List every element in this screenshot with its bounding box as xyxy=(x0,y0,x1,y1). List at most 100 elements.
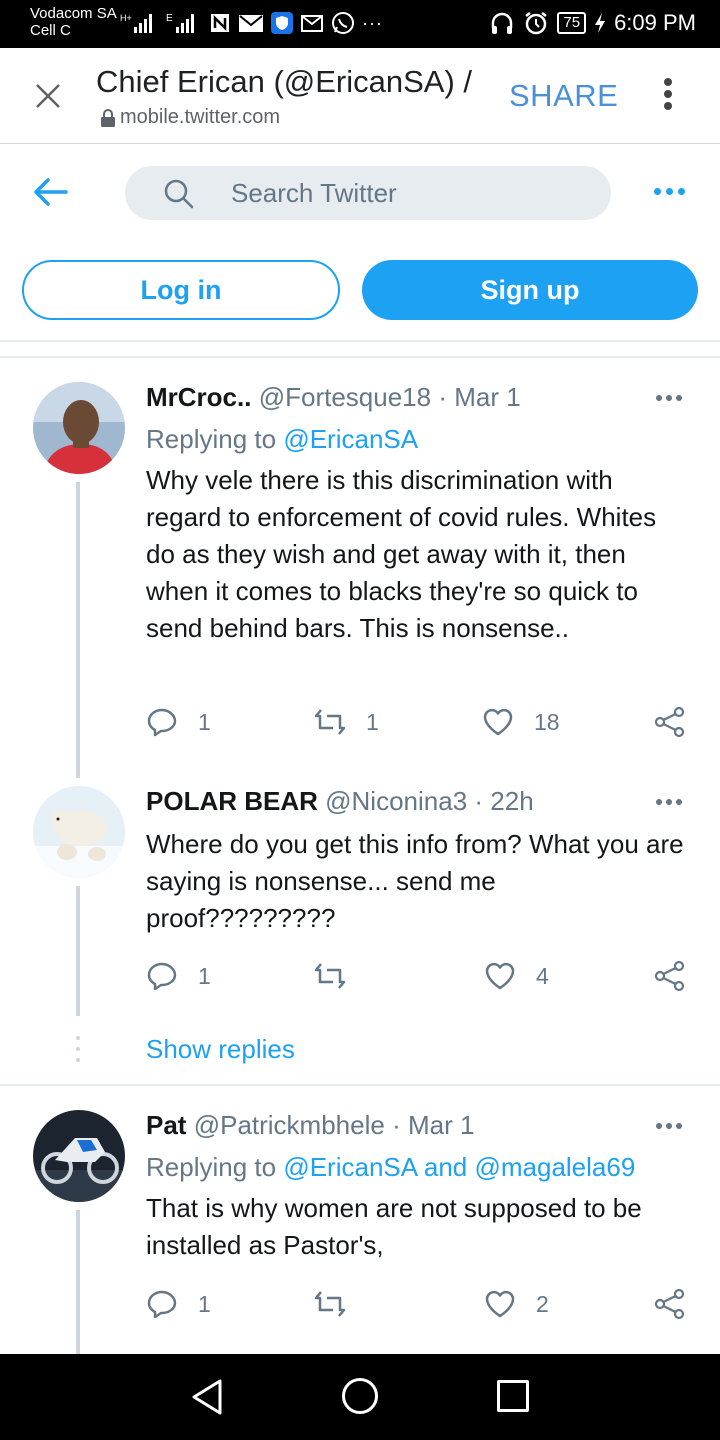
user-name[interactable]: Pat xyxy=(146,1110,186,1140)
retweet-icon xyxy=(314,1291,346,1317)
search-icon xyxy=(164,179,194,209)
tweet-menu-icon[interactable] xyxy=(656,799,682,805)
retweet-action[interactable] xyxy=(314,1288,366,1320)
clock: 6:09 PM xyxy=(614,10,696,35)
status-right: 75 6:09 PM xyxy=(489,10,696,36)
reply-action[interactable]: 1 xyxy=(146,706,211,738)
tweet-actions: 1 4 xyxy=(146,960,696,992)
carrier-name: Vodacom SA xyxy=(30,5,117,22)
system-nav-bar xyxy=(0,1354,720,1440)
like-count: 18 xyxy=(534,708,560,735)
avatar[interactable] xyxy=(33,786,125,878)
heart-icon xyxy=(485,1290,515,1318)
retweet-icon xyxy=(314,963,346,989)
signal-icon-2: E xyxy=(166,13,194,33)
search-input[interactable]: Search Twitter xyxy=(125,166,611,220)
reply-action[interactable]: 1 xyxy=(146,960,211,992)
replying-to-link[interactable]: @EricanSA and @magalela69 xyxy=(283,1152,635,1182)
replying-to: Replying to @EricanSA and @magalela69 xyxy=(146,1152,635,1183)
retweet-count: 1 xyxy=(366,708,379,735)
page-title: Chief Erican (@EricanSA) / xyxy=(96,64,473,99)
user-handle[interactable]: @Patrickmbhele xyxy=(194,1110,385,1140)
user-name[interactable]: POLAR BEAR xyxy=(146,786,318,816)
like-action[interactable]: 2 xyxy=(484,1288,549,1320)
avatar[interactable] xyxy=(33,382,125,474)
alarm-icon xyxy=(525,12,548,35)
back-arrow-icon[interactable] xyxy=(32,176,68,208)
reply-icon xyxy=(147,962,177,991)
retweet-action[interactable]: 1 xyxy=(314,706,379,738)
reply-count: 1 xyxy=(198,708,211,735)
reply-icon xyxy=(147,708,177,737)
signal-icon: H+ xyxy=(120,13,152,33)
show-replies-link[interactable]: Show replies xyxy=(146,1034,295,1065)
replying-prefix: Replying to xyxy=(146,1152,277,1182)
tweet-date[interactable]: · 22h xyxy=(474,786,533,816)
shield-app-icon xyxy=(271,12,293,34)
share-icon xyxy=(654,706,685,738)
heart-icon xyxy=(485,962,515,990)
svg-text:H+: H+ xyxy=(120,13,132,23)
like-action[interactable]: 4 xyxy=(484,960,549,992)
thread-ellipsis xyxy=(76,1036,80,1066)
carrier-secondary: Cell C xyxy=(30,22,71,39)
gmail-icon xyxy=(301,15,323,32)
nav-home-icon[interactable] xyxy=(342,1378,378,1414)
like-count: 2 xyxy=(536,1290,549,1317)
retweet-action[interactable] xyxy=(314,960,366,992)
url-text: mobile.twitter.com xyxy=(120,106,281,128)
browser-toolbar: Chief Erican (@EricanSA) / mobile.twitte… xyxy=(0,48,720,144)
tweet-date[interactable]: · Mar 1 xyxy=(392,1110,474,1140)
share-button[interactable]: SHARE xyxy=(509,78,618,114)
twitter-header: Search Twitter Log in Sign up xyxy=(0,144,720,340)
notification-icons: H+ E ··· xyxy=(120,10,383,36)
reply-icon xyxy=(147,1290,177,1319)
reply-count: 1 xyxy=(198,962,211,989)
battery-level: 75 xyxy=(557,12,587,34)
more-icon[interactable] xyxy=(654,188,685,195)
tweet-header: MrCroc.. @Fortesque18 · Mar 1 xyxy=(146,382,521,413)
thread-line xyxy=(76,886,80,1016)
login-button[interactable]: Log in xyxy=(22,260,340,320)
heart-icon xyxy=(483,708,513,736)
nav-back-icon[interactable] xyxy=(190,1378,226,1416)
share-action[interactable] xyxy=(654,960,686,992)
nfc-icon xyxy=(211,14,229,32)
share-icon xyxy=(654,1288,685,1320)
like-count: 4 xyxy=(536,962,549,989)
search-placeholder: Search Twitter xyxy=(231,178,397,208)
tweet-text: Why vele there is this discrimination wi… xyxy=(146,465,657,643)
thread-line xyxy=(76,482,80,778)
charging-icon xyxy=(595,13,606,33)
reply-action[interactable]: 1 xyxy=(146,1288,211,1320)
like-action[interactable]: 18 xyxy=(482,706,560,738)
tweet-menu-icon[interactable] xyxy=(656,395,682,401)
lock-icon xyxy=(101,108,115,127)
overflow-menu-icon[interactable] xyxy=(660,78,676,114)
user-name[interactable]: MrCroc.. xyxy=(146,382,251,412)
replying-to: Replying to @EricanSA xyxy=(146,424,418,455)
signup-button[interactable]: Sign up xyxy=(362,260,698,320)
replying-to-link[interactable]: @EricanSA xyxy=(283,424,418,454)
tweet-menu-icon[interactable] xyxy=(656,1123,682,1129)
tweet-text: Where do you get this info from? What yo… xyxy=(146,829,684,933)
carrier-info: Vodacom SA Cell C xyxy=(30,5,117,39)
share-action[interactable] xyxy=(654,1288,686,1320)
user-handle[interactable]: @Niconina3 xyxy=(325,786,467,816)
tweet-header: Pat @Patrickmbhele · Mar 1 xyxy=(146,1110,474,1141)
close-icon[interactable] xyxy=(34,82,62,110)
tweet-actions: 1 2 xyxy=(146,1288,696,1320)
share-action[interactable] xyxy=(654,706,686,738)
tweet-text: That is why women are not supposed to be… xyxy=(146,1193,642,1260)
divider xyxy=(0,1084,720,1086)
replying-prefix: Replying to xyxy=(146,424,277,454)
tweet-actions: 1 1 18 xyxy=(146,706,696,738)
retweet-icon xyxy=(314,709,346,735)
tweet-date[interactable]: · Mar 1 xyxy=(438,382,520,412)
headphones-icon xyxy=(492,12,513,34)
share-icon xyxy=(654,960,685,992)
svg-text:E: E xyxy=(166,13,173,24)
avatar[interactable] xyxy=(33,1110,125,1202)
user-handle[interactable]: @Fortesque18 xyxy=(259,382,431,412)
nav-recents-icon[interactable] xyxy=(497,1380,529,1412)
